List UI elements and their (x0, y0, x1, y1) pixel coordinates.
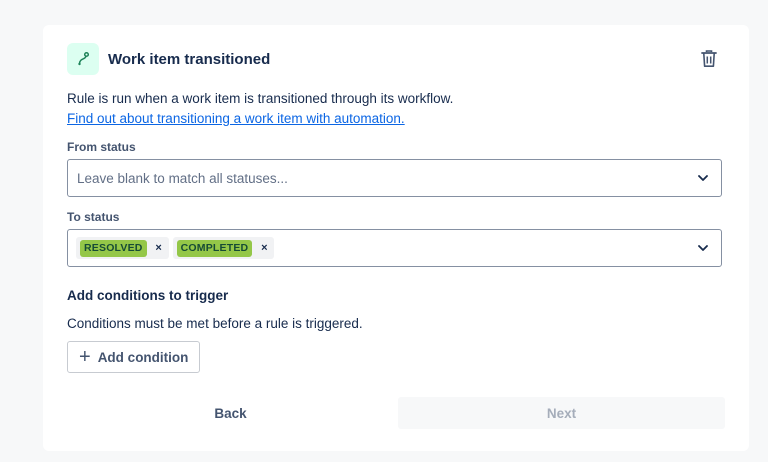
back-button[interactable]: Back (67, 397, 394, 429)
to-status-label: To status (67, 210, 120, 224)
chevron-down-icon[interactable] (695, 170, 711, 186)
add-condition-label: Add condition (97, 349, 189, 365)
from-status-placeholder: Leave blank to match all statuses... (77, 170, 288, 186)
next-button[interactable]: Next (398, 397, 725, 429)
trash-icon (701, 50, 717, 67)
status-tag-completed: COMPLETED × (172, 237, 275, 259)
remove-tag-icon[interactable]: × (258, 242, 270, 254)
chevron-down-icon[interactable] (695, 240, 711, 256)
status-lozenge: RESOLVED (80, 239, 147, 257)
status-lozenge: COMPLETED (176, 239, 253, 257)
conditions-title: Add conditions to trigger (67, 288, 229, 303)
trigger-card: Work item transitioned Rule is run when … (43, 25, 749, 451)
from-status-select[interactable]: Leave blank to match all statuses... (67, 159, 722, 197)
plus-icon: + (79, 346, 91, 368)
learn-more-link[interactable]: Find out about transitioning a work item… (67, 111, 405, 126)
trigger-title: Work item transitioned (108, 50, 271, 68)
conditions-description: Conditions must be met before a rule is … (67, 316, 363, 331)
from-status-label: From status (67, 140, 136, 154)
to-status-select[interactable]: RESOLVED × COMPLETED × (67, 229, 722, 267)
trigger-description: Rule is run when a work item is transiti… (67, 91, 454, 106)
add-condition-button[interactable]: + Add condition (67, 341, 201, 373)
remove-tag-icon[interactable]: × (153, 242, 165, 254)
transition-icon (67, 43, 99, 75)
delete-trigger-button[interactable] (699, 49, 719, 69)
selected-status-tags: RESOLVED × COMPLETED × (76, 237, 275, 259)
status-tag-resolved: RESOLVED × (76, 237, 169, 259)
trigger-header: Work item transitioned (67, 43, 725, 75)
